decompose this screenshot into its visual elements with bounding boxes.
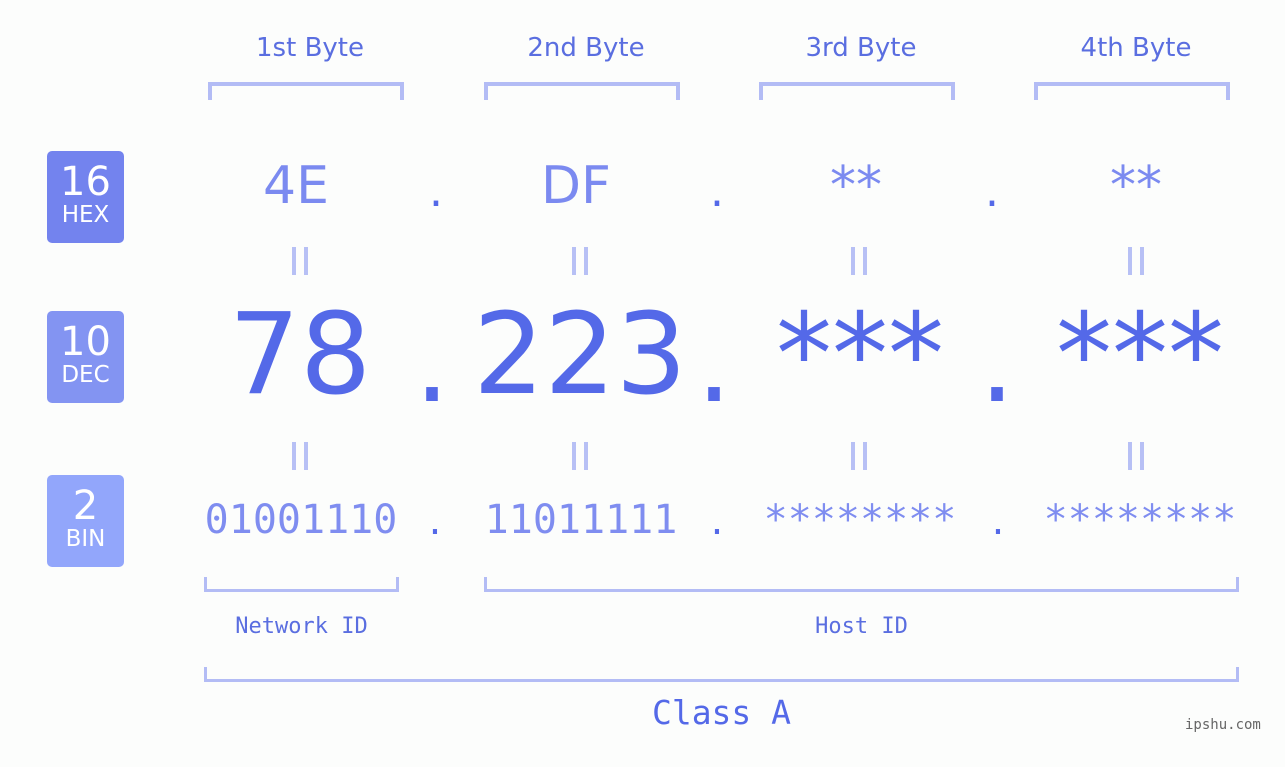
hex-separator-2: . — [710, 166, 724, 217]
bin-separator-2: . — [710, 498, 724, 544]
bin-byte-1: 01001110 — [204, 497, 398, 543]
hex-badge-number: 16 — [60, 159, 111, 205]
host-id-bracket — [484, 577, 1239, 592]
dec-separator-2: . — [696, 298, 732, 428]
byte-bracket-2 — [484, 82, 680, 100]
dec-byte-1: 78 — [228, 290, 372, 420]
bin-badge: 2 BIN — [47, 475, 124, 567]
bin-separator-1: . — [428, 498, 442, 544]
bin-badge-label: BIN — [65, 526, 106, 552]
hex-badge-label: HEX — [61, 202, 110, 228]
dec-separator-1: . — [414, 298, 450, 428]
equals-icon — [572, 442, 592, 470]
dec-byte-2: 223 — [473, 290, 687, 420]
equals-icon — [292, 442, 312, 470]
dec-badge-number: 10 — [60, 319, 111, 365]
bin-byte-3: ******** — [763, 497, 957, 543]
hex-badge: 16 HEX — [47, 151, 124, 243]
watermark: ipshu.com — [1185, 717, 1261, 733]
dec-separator-3: . — [979, 298, 1015, 428]
equals-icon — [1128, 442, 1148, 470]
bin-separator-3: . — [991, 498, 1005, 544]
byte-bracket-3 — [759, 82, 955, 100]
hex-byte-3: ** — [830, 156, 882, 216]
host-id-label: Host ID — [815, 614, 908, 639]
equals-icon — [851, 247, 871, 275]
hex-byte-2: DF — [541, 156, 611, 216]
equals-icon — [572, 247, 592, 275]
hex-byte-1: 4E — [263, 156, 329, 216]
equals-icon — [1128, 247, 1148, 275]
byte-label-4: 4th Byte — [1080, 33, 1192, 63]
byte-bracket-4 — [1034, 82, 1230, 100]
equals-icon — [851, 442, 871, 470]
network-id-bracket — [204, 577, 399, 592]
dec-byte-3: *** — [776, 290, 944, 420]
bin-badge-number: 2 — [72, 483, 99, 529]
dec-badge: 10 DEC — [47, 311, 124, 403]
hex-byte-4: ** — [1110, 156, 1162, 216]
dec-badge-label: DEC — [61, 362, 110, 388]
byte-label-3: 3rd Byte — [805, 33, 917, 63]
dec-byte-4: *** — [1056, 290, 1224, 420]
equals-icon — [292, 247, 312, 275]
class-label: Class A — [651, 693, 792, 732]
byte-bracket-1 — [208, 82, 404, 100]
hex-separator-1: . — [429, 166, 443, 217]
class-bracket — [204, 667, 1239, 682]
byte-label-2: 2nd Byte — [527, 33, 645, 63]
bin-byte-4: ******** — [1043, 497, 1237, 543]
network-id-label: Network ID — [235, 614, 368, 639]
hex-separator-3: . — [985, 166, 999, 217]
byte-label-1: 1st Byte — [256, 33, 364, 63]
bin-byte-2: 11011111 — [484, 497, 678, 543]
